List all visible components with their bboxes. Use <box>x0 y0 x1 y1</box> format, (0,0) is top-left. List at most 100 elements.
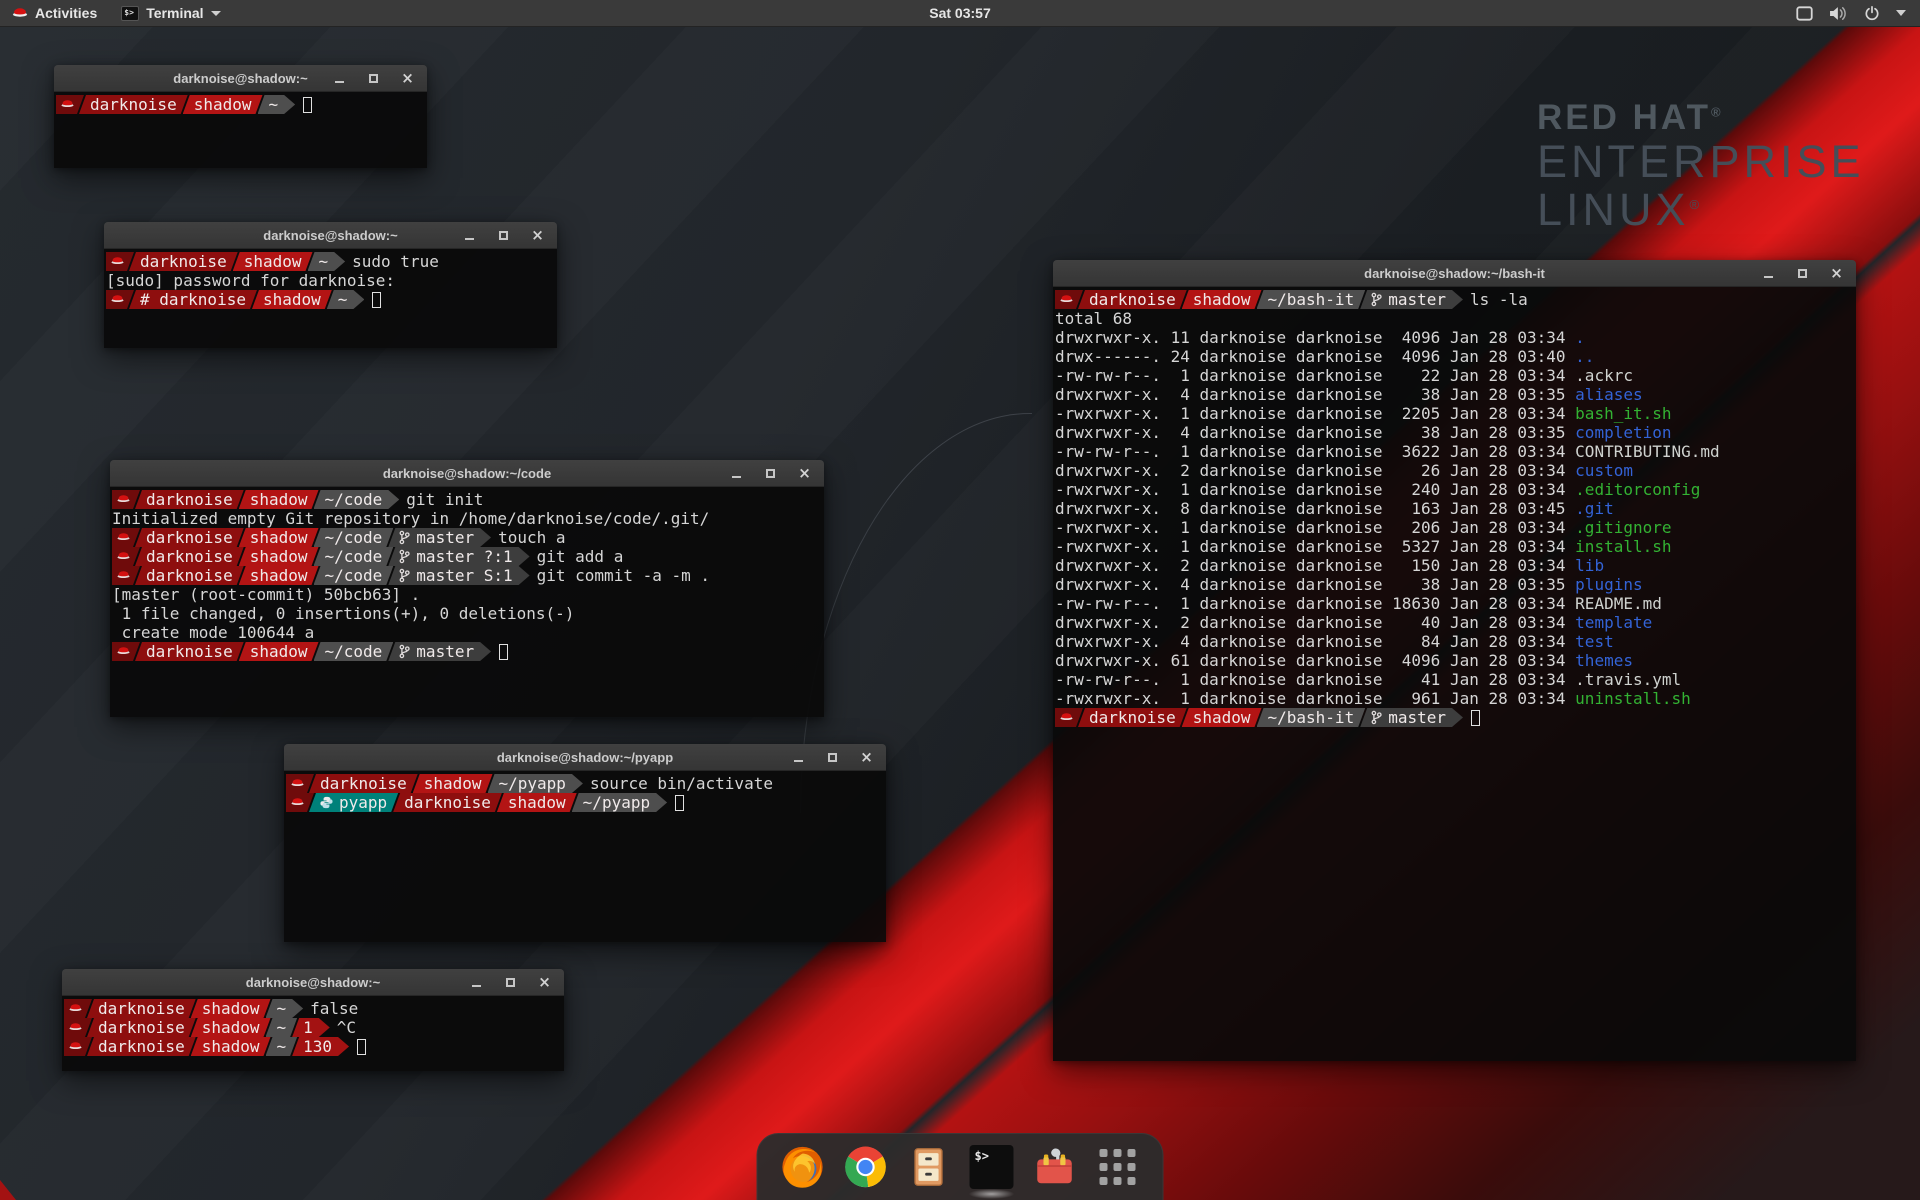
terminal-body[interactable]: darknoiseshadow~falsedarknoiseshadow~1^C… <box>62 996 564 1071</box>
close-button[interactable]: × <box>538 976 551 989</box>
maximize-button[interactable] <box>367 72 380 85</box>
dock-item-terminal[interactable]: $> <box>969 1144 1015 1190</box>
prompt-segment-user: darknoise <box>1078 708 1187 727</box>
prompt-segment-path: ~ <box>308 252 346 271</box>
close-button[interactable]: × <box>860 751 873 764</box>
clock[interactable]: Sat 03:57 <box>929 5 990 21</box>
prompt-segment-git: master <box>388 528 491 547</box>
display-icon[interactable] <box>1796 6 1813 21</box>
redhat-icon <box>117 551 130 562</box>
activities-button[interactable]: Activities <box>0 0 109 26</box>
terminal-text: .editorconfig <box>1575 480 1700 499</box>
prompt-segment-user: darknoise <box>79 95 188 114</box>
prompt-segment-user: darknoise <box>135 528 244 547</box>
terminal-body[interactable]: darknoiseshadow~/bash-itmasterls -latota… <box>1053 287 1856 1061</box>
maximize-button[interactable] <box>1796 267 1809 280</box>
prompt-segment-host: shadow <box>239 490 319 509</box>
prompt-segment-icon <box>1055 290 1083 309</box>
maximize-button[interactable] <box>497 229 510 242</box>
terminal-body[interactable]: darknoiseshadow~/pyappsource bin/activat… <box>284 771 886 942</box>
redhat-icon <box>117 532 130 543</box>
close-button[interactable]: × <box>401 72 414 85</box>
segment-text: shadow <box>202 1018 260 1037</box>
dock-item-chrome[interactable] <box>843 1144 889 1190</box>
power-icon[interactable] <box>1864 6 1880 21</box>
prompt-segment-user: darknoise <box>87 1037 196 1056</box>
dock-item-app-grid[interactable] <box>1095 1144 1141 1190</box>
maximize-button[interactable] <box>826 751 839 764</box>
terminal-line: -rwxrwxr-x. 1 darknoise darknoise 206 Ja… <box>1055 518 1854 537</box>
chrome-icon <box>843 1144 889 1190</box>
prompt-segment-icon <box>112 566 140 585</box>
terminal-text: bash_it.sh <box>1575 404 1671 423</box>
terminal-line: drwxrwxr-x. 61 darknoise darknoise 4096 … <box>1055 651 1854 670</box>
terminal-window-code: darknoise@shadow:~/code × darknoiseshado… <box>110 460 824 717</box>
prompt-segment-icon <box>112 642 140 661</box>
redhat-icon <box>117 494 130 505</box>
segment-text: master S:1 <box>416 566 512 585</box>
segment-text: shadow <box>194 95 252 114</box>
dock-item-files[interactable] <box>906 1144 952 1190</box>
redhat-icon <box>1060 712 1073 723</box>
prompt-segment-git: master <box>388 642 491 661</box>
segment-text: shadow <box>1193 290 1251 309</box>
system-status-area[interactable] <box>1796 0 1920 26</box>
redhat-icon <box>69 1003 82 1014</box>
file-cabinet-icon <box>906 1144 952 1190</box>
window-titlebar[interactable]: darknoise@shadow:~/code × <box>110 460 824 487</box>
close-button[interactable]: × <box>1830 267 1843 280</box>
terminal-line: -rwxrwxr-x. 1 darknoise darknoise 5327 J… <box>1055 537 1854 556</box>
terminal-line: create mode 100644 a <box>112 623 822 642</box>
prompt-segment-path: ~ <box>266 1037 298 1056</box>
terminal-line: darknoiseshadow~/codemastertouch a <box>112 528 822 547</box>
segment-text: darknoise <box>146 566 233 585</box>
minimize-button[interactable] <box>792 751 805 764</box>
terminal-cursor <box>357 1039 366 1055</box>
top-bar: Activities $> Terminal Sat 03:57 <box>0 0 1920 27</box>
chevron-down-icon[interactable] <box>1896 10 1906 16</box>
terminal-text: README.md <box>1575 594 1662 613</box>
close-button[interactable]: × <box>798 467 811 480</box>
terminal-line: [sudo] password for darknoise: <box>106 271 555 290</box>
volume-icon[interactable] <box>1829 6 1848 21</box>
prompt-segment-host: shadow <box>239 547 319 566</box>
terminal-text: completion <box>1575 423 1671 442</box>
window-titlebar[interactable]: darknoise@shadow:~ × <box>62 969 564 996</box>
maximize-button[interactable] <box>504 976 517 989</box>
terminal-text: -rw-rw-r--. 1 darknoise darknoise 22 Jan… <box>1055 366 1575 385</box>
redhat-icon <box>111 256 124 267</box>
terminal-line: darknoiseshadow~/pyappsource bin/activat… <box>286 774 884 793</box>
terminal-body[interactable]: darknoiseshadow~ <box>54 92 427 168</box>
minimize-button[interactable] <box>463 229 476 242</box>
close-button[interactable]: × <box>531 229 544 242</box>
minimize-button[interactable] <box>1762 267 1775 280</box>
segment-text: darknoise <box>146 642 233 661</box>
terminal-text: -rw-rw-r--. 1 darknoise darknoise 3622 J… <box>1055 442 1575 461</box>
terminal-line: darknoiseshadow~/bash-itmasterls -la <box>1055 290 1854 309</box>
minimize-button[interactable] <box>730 467 743 480</box>
prompt-segment-path: ~/pyapp <box>572 793 667 812</box>
terminal-text: -rwxrwxr-x. 1 darknoise darknoise 5327 J… <box>1055 537 1575 556</box>
terminal-body[interactable]: darknoiseshadow~/codegit initInitialized… <box>110 487 824 717</box>
minimize-button[interactable] <box>333 72 346 85</box>
dock-item-firefox[interactable] <box>780 1144 826 1190</box>
terminal-text: create mode 100644 a <box>112 623 314 642</box>
window-titlebar[interactable]: darknoise@shadow:~ × <box>104 222 557 249</box>
minimize-button[interactable] <box>470 976 483 989</box>
terminal-line: drwxrwxr-x. 4 darknoise darknoise 84 Jan… <box>1055 632 1854 651</box>
terminal-line: darknoiseshadow~/bash-itmaster <box>1055 708 1854 727</box>
segment-text: shadow <box>250 547 308 566</box>
redhat-icon <box>69 1022 82 1033</box>
segment-text: master <box>1388 290 1446 309</box>
window-title: darknoise@shadow:~/bash-it <box>1053 266 1856 281</box>
terminal-line: darknoiseshadow~/codemaster ?:1git add a <box>112 547 822 566</box>
maximize-button[interactable] <box>764 467 777 480</box>
terminal-body[interactable]: darknoiseshadow~sudo true[sudo] password… <box>104 249 557 348</box>
dock-item-toolbox[interactable] <box>1032 1144 1078 1190</box>
window-titlebar[interactable]: darknoise@shadow:~ × <box>54 65 427 92</box>
window-titlebar[interactable]: darknoise@shadow:~/pyapp × <box>284 744 886 771</box>
prompt-command: touch a <box>498 528 565 547</box>
app-menu-terminal[interactable]: $> Terminal <box>109 0 232 26</box>
window-titlebar[interactable]: darknoise@shadow:~/bash-it × <box>1053 260 1856 287</box>
terminal-line: drwxrwxr-x. 2 darknoise darknoise 150 Ja… <box>1055 556 1854 575</box>
